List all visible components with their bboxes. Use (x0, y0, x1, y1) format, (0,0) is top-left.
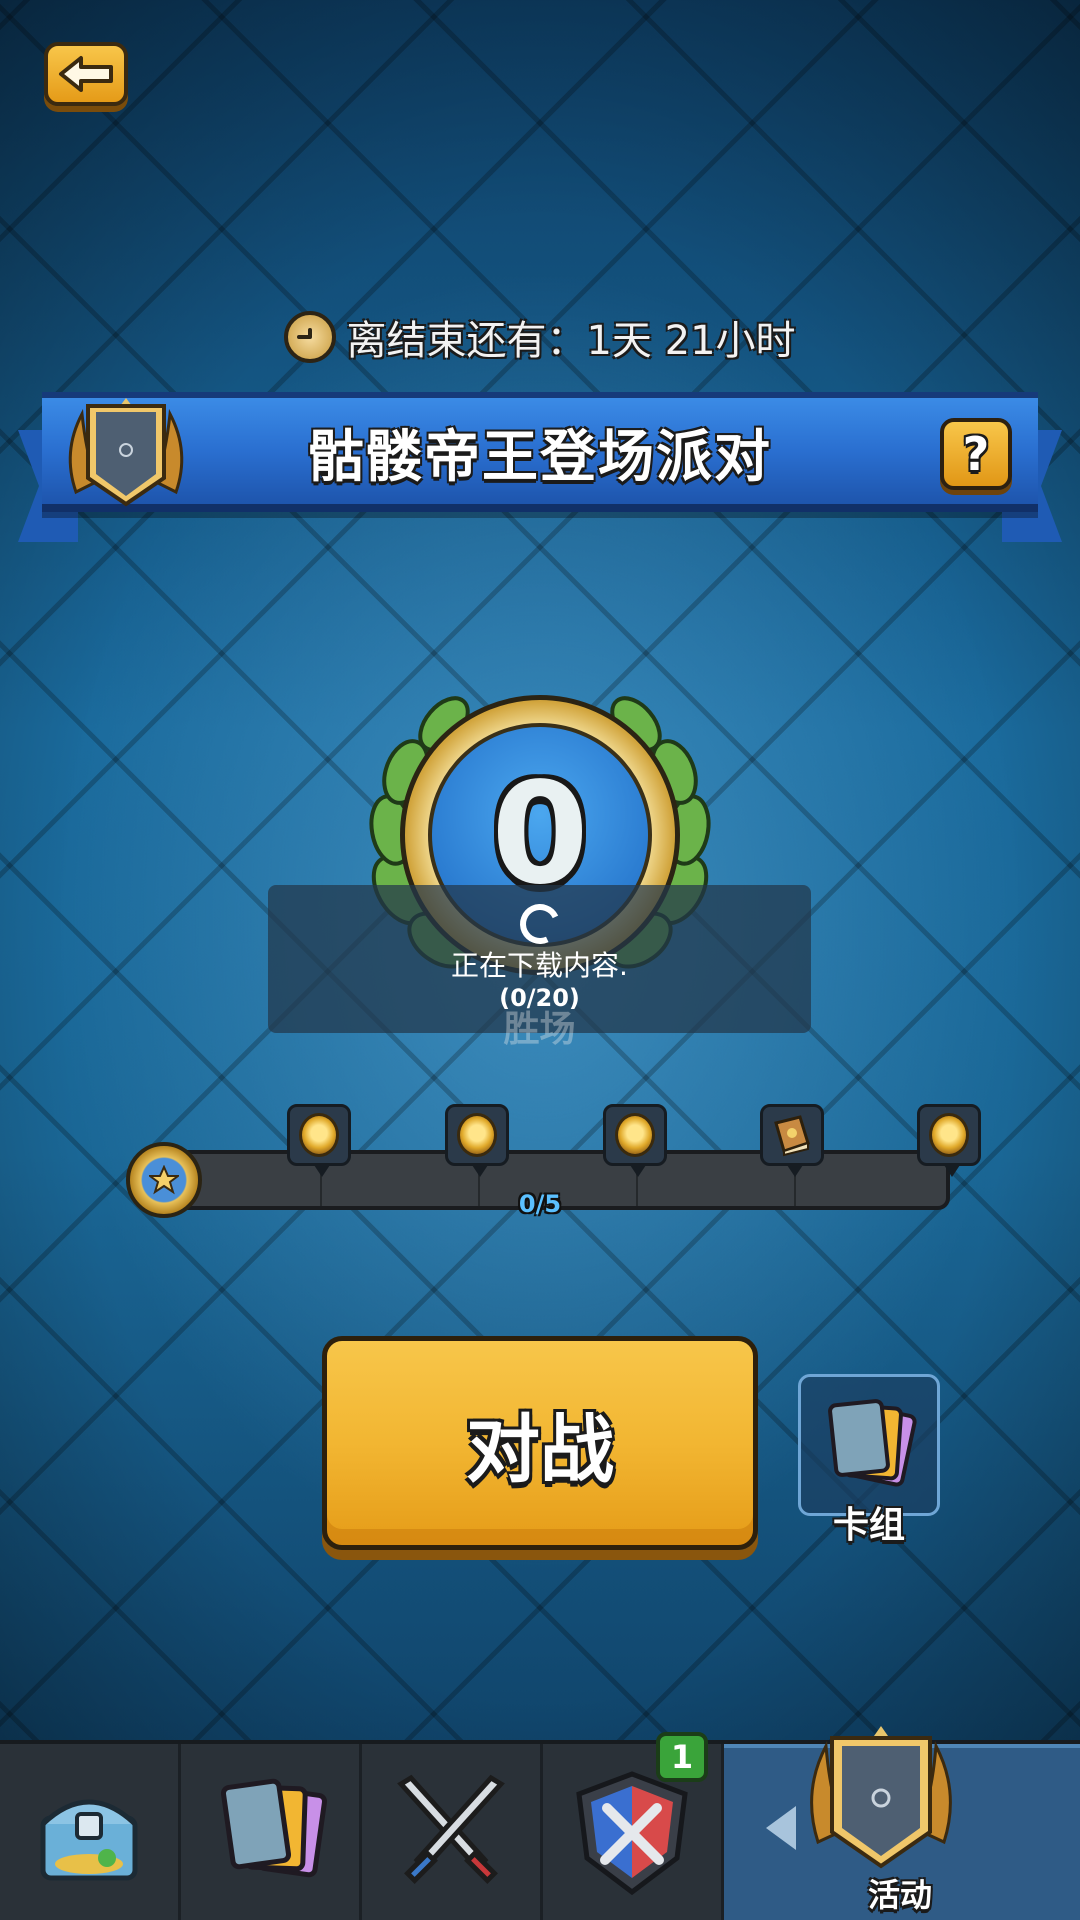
reward-3[interactable] (603, 1104, 667, 1177)
nav-events-label: 活动 (867, 1876, 932, 1914)
event-shield-icon (68, 398, 184, 507)
star-medal-icon (126, 1142, 202, 1218)
help-button[interactable]: ? (940, 418, 1012, 490)
event-timer: 离结束还有：1天 21小时 (0, 308, 1080, 366)
reward-1[interactable] (287, 1104, 351, 1177)
nav-item-shop[interactable] (0, 1744, 181, 1920)
crossed-swords-icon (397, 1774, 505, 1884)
timer-text: 离结束还有：1天 21小时 (346, 318, 796, 364)
battle-button-label[interactable]: 对战 (322, 1390, 758, 1497)
deck-button-label: 卡组 (832, 1505, 905, 1546)
nav-left-arrow-icon[interactable] (766, 1806, 796, 1850)
reward-5[interactable] (917, 1104, 981, 1177)
chest-icon (40, 1799, 138, 1881)
download-message: 正在下载内容. (451, 949, 628, 982)
back-button[interactable] (44, 42, 128, 106)
event-shield-icon (810, 1726, 952, 1869)
clock-icon (284, 311, 337, 363)
deck-button[interactable] (798, 1374, 940, 1516)
gold-coin-icon (299, 1113, 339, 1157)
reward-4[interactable] (760, 1104, 824, 1177)
clan-war-notification-badge: 1 (656, 1732, 708, 1782)
download-count: (0/20) (499, 984, 580, 1012)
gold-coin-icon (457, 1113, 497, 1157)
clan-war-shield-icon (576, 1771, 688, 1896)
book-icon (774, 1115, 810, 1157)
gold-coin-icon (929, 1113, 969, 1157)
nav-item-battle[interactable] (362, 1744, 543, 1920)
back-arrow-icon (59, 56, 113, 92)
nav-item-cards[interactable] (181, 1744, 362, 1920)
gold-coin-icon (615, 1113, 655, 1157)
reward-2[interactable] (445, 1104, 509, 1177)
progress-text: 0/5 (518, 1190, 562, 1218)
cards-icon (220, 1778, 328, 1878)
